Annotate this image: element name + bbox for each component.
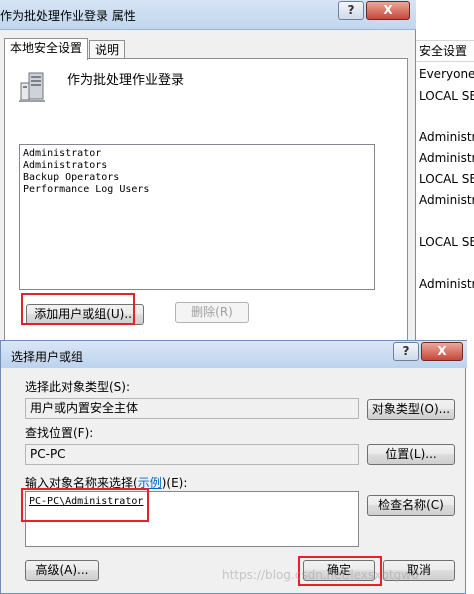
help-button[interactable]: ?	[338, 1, 364, 20]
list-item: LOCAL SE	[419, 89, 474, 103]
location-field: PC-PC	[25, 444, 359, 465]
dialog-titlebar: 选择用户或组 ? X	[1, 340, 467, 368]
members-list[interactable]: Administrator Administrators Backup Oper…	[19, 144, 375, 290]
object-types-button[interactable]: 对象类型(O)...	[367, 399, 455, 420]
properties-window: 作为批处理作业登录 属性 ? X 本地安全设置 说明 作为批处理作业登录 Adm…	[0, 0, 416, 350]
column-header[interactable]: 安全设置	[416, 40, 474, 62]
check-names-button[interactable]: 检查名称(C)	[367, 495, 455, 516]
object-names-label-prefix: 输入对象名称来选择(	[25, 476, 138, 490]
list-item: Administra	[419, 130, 474, 144]
object-name-entry: PC-PC\Administrator	[29, 496, 144, 507]
cancel-button[interactable]: 取消	[383, 560, 455, 581]
select-users-dialog: 选择用户或组 ? X 选择此对象类型(S): 用户或内置安全主体 对象类型(O)…	[0, 340, 467, 594]
list-item: Everyone,	[419, 67, 474, 81]
list-item: LOCAL SE	[419, 235, 474, 249]
examples-link[interactable]: 示例	[138, 476, 162, 490]
properties-titlebar: 作为批处理作业登录 属性 ? X	[0, 0, 416, 30]
server-policy-icon	[19, 72, 45, 102]
locations-button[interactable]: 位置(L)...	[367, 444, 455, 465]
list-item[interactable]: Backup Operators	[23, 172, 371, 184]
list-item[interactable]: Administrator	[23, 148, 371, 160]
dialog-title: 选择用户或组	[11, 350, 84, 364]
object-type-label: 选择此对象类型(S):	[25, 380, 131, 394]
list-item[interactable]: Performance Log Users	[23, 184, 371, 196]
advanced-button[interactable]: 高级(A)...	[25, 560, 99, 581]
tab-local-security-setting[interactable]: 本地安全设置	[4, 38, 89, 60]
properties-title: 作为批处理作业登录 属性	[0, 9, 136, 23]
ok-button[interactable]: 确定	[303, 560, 375, 581]
list-item: Administra	[419, 193, 474, 207]
add-user-or-group-button[interactable]: 添加用户或组(U)...	[26, 304, 144, 325]
location-label: 查找位置(F):	[25, 426, 94, 440]
object-names-input[interactable]: PC-PC\Administrator	[25, 491, 359, 547]
close-button[interactable]: X	[366, 1, 410, 20]
object-names-label: 输入对象名称来选择(示例)(E):	[25, 474, 187, 491]
tab-panel: 作为批处理作业登录 Administrator Administrators B…	[4, 58, 408, 350]
list-item: LOCAL SE	[419, 172, 474, 186]
list-item: Administra	[419, 151, 474, 165]
policy-title: 作为批处理作业登录	[67, 73, 185, 88]
help-button[interactable]: ?	[393, 342, 419, 361]
tab-explain[interactable]: 说明	[89, 40, 126, 60]
object-names-label-suffix: )(E):	[161, 476, 188, 490]
object-type-field: 用户或内置安全主体	[25, 398, 359, 419]
list-item: Administra	[419, 277, 474, 291]
remove-button[interactable]: 删除(R)	[175, 302, 249, 323]
security-settings-column: 安全设置 Everyone, LOCAL SE Administra Admin…	[416, 0, 474, 345]
list-item[interactable]: Administrators	[23, 160, 371, 172]
close-button[interactable]: X	[421, 342, 463, 361]
